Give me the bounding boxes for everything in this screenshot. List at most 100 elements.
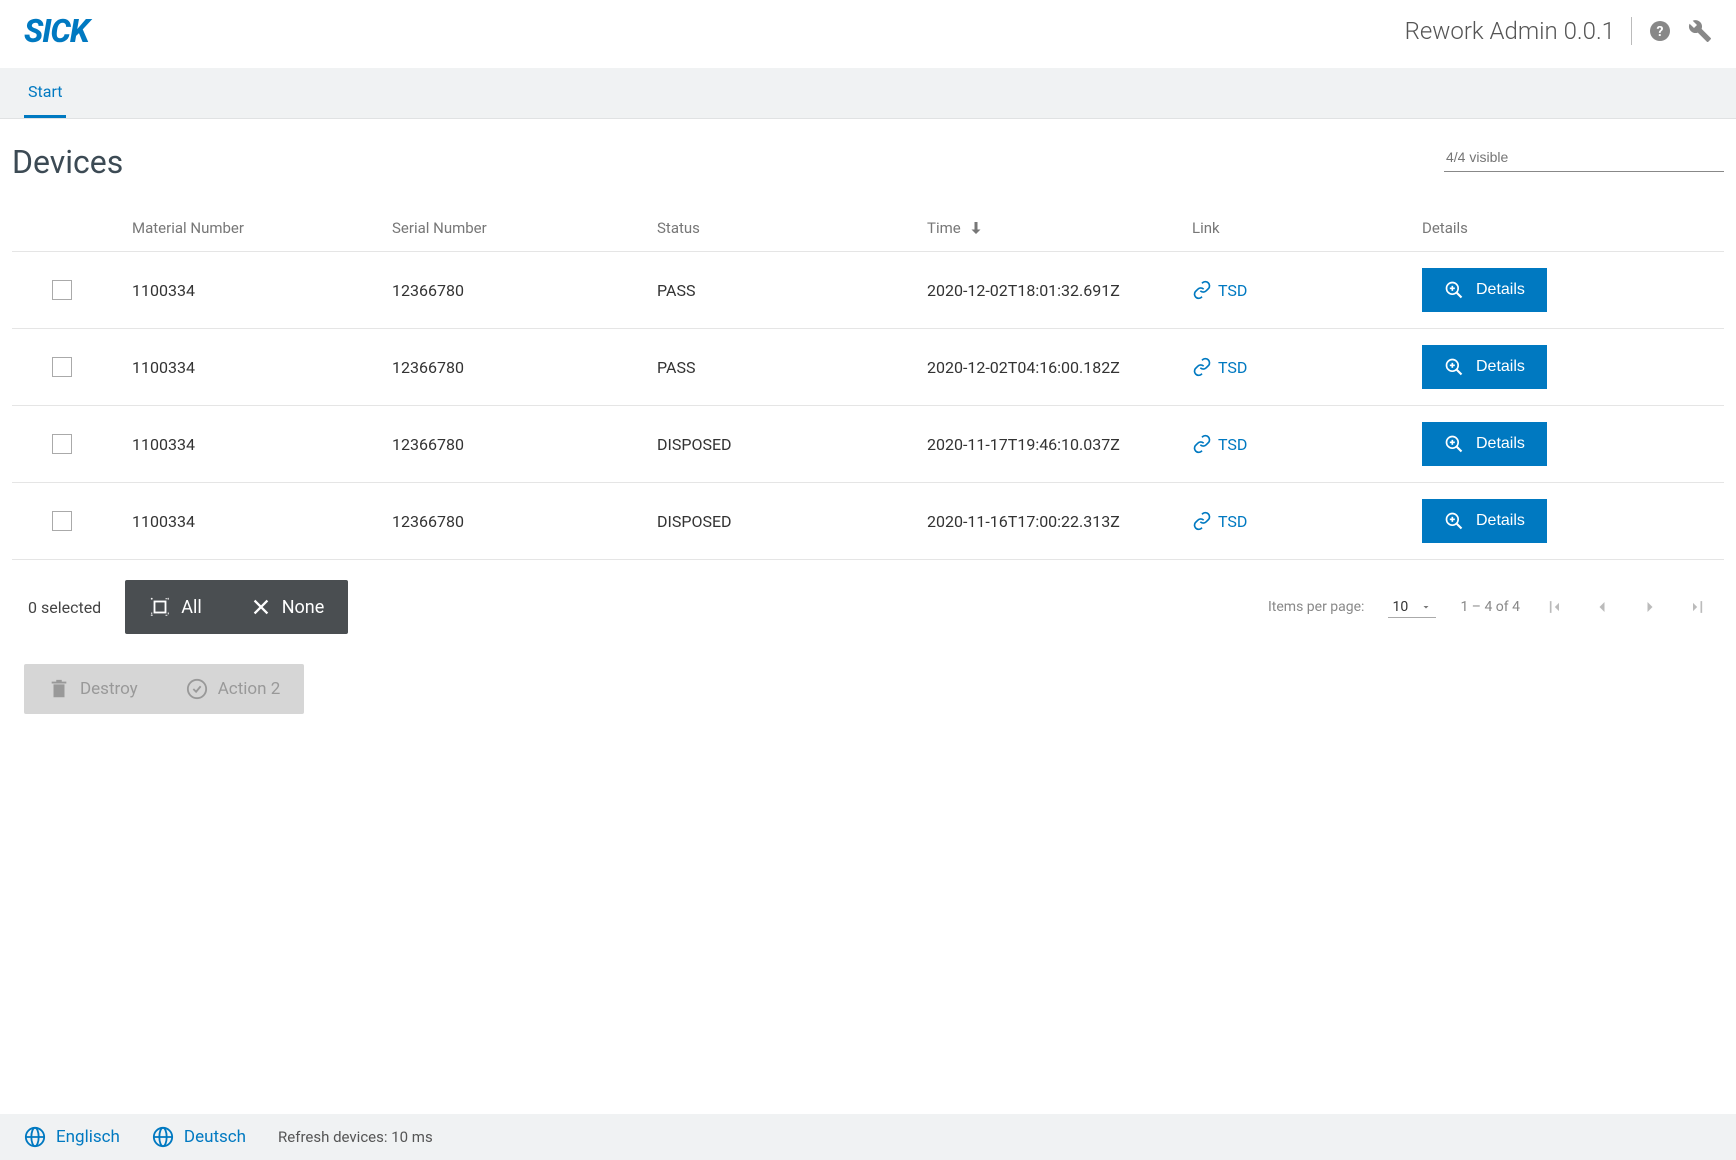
row-checkbox[interactable]: [52, 434, 72, 454]
lang-english-button[interactable]: Englisch: [24, 1126, 120, 1148]
link-label: TSD: [1218, 281, 1247, 300]
cell-serial: 12366780: [392, 281, 657, 300]
cell-time: 2020-11-17T19:46:10.037Z: [927, 435, 1192, 454]
logo: SICK: [24, 12, 89, 50]
destroy-button[interactable]: Destroy: [24, 664, 162, 714]
zoom-in-icon: [1444, 434, 1464, 454]
page-title: Devices: [12, 143, 123, 181]
wrench-icon[interactable]: [1688, 19, 1712, 43]
details-button[interactable]: Details: [1422, 268, 1547, 312]
cell-serial: 12366780: [392, 512, 657, 531]
cell-link[interactable]: TSD: [1192, 280, 1422, 300]
items-per-page-value: 10: [1392, 599, 1408, 615]
trash-icon: [48, 678, 70, 700]
zoom-in-icon: [1444, 511, 1464, 531]
th-details: Details: [1422, 219, 1724, 237]
details-button[interactable]: Details: [1422, 345, 1547, 389]
globe-icon: [24, 1126, 46, 1148]
prev-page-icon[interactable]: [1592, 597, 1612, 617]
table-row: 1100334 12366780 PASS 2020-12-02T04:16:0…: [12, 329, 1724, 406]
header-divider: [1631, 17, 1632, 45]
th-time[interactable]: Time: [927, 219, 1192, 237]
filter-input[interactable]: [1444, 143, 1724, 172]
link-label: TSD: [1218, 435, 1247, 454]
cell-time: 2020-12-02T18:01:32.691Z: [927, 281, 1192, 300]
first-page-icon[interactable]: [1544, 597, 1564, 617]
cell-material: 1100334: [132, 281, 392, 300]
destroy-label: Destroy: [80, 679, 138, 699]
table-body: 1100334 12366780 PASS 2020-12-02T18:01:3…: [12, 252, 1724, 560]
link-icon: [1192, 280, 1212, 300]
zoom-in-icon: [1444, 357, 1464, 377]
chevron-down-icon: [1420, 601, 1432, 613]
details-label: Details: [1476, 281, 1525, 299]
footer: Englisch Deutsch Refresh devices: 10 ms: [0, 1114, 1736, 1160]
th-time-label: Time: [927, 219, 961, 237]
svg-text:?: ?: [1657, 24, 1664, 40]
table-row: 1100334 12366780 DISPOSED 2020-11-17T19:…: [12, 406, 1724, 483]
refresh-status: Refresh devices: 10 ms: [278, 1128, 433, 1146]
cell-status: PASS: [657, 281, 927, 300]
details-label: Details: [1476, 512, 1525, 530]
details-button[interactable]: Details: [1422, 499, 1547, 543]
selected-count: 0 selected: [28, 598, 101, 617]
app-header: SICK Rework Admin 0.0.1 ?: [0, 0, 1736, 68]
lang-german-button[interactable]: Deutsch: [152, 1126, 246, 1148]
check-circle-icon: [186, 678, 208, 700]
cell-material: 1100334: [132, 435, 392, 454]
cell-time: 2020-11-16T17:00:22.313Z: [927, 512, 1192, 531]
tab-start[interactable]: Start: [24, 68, 66, 118]
sort-desc-icon: [967, 219, 985, 237]
cell-link[interactable]: TSD: [1192, 357, 1422, 377]
cell-material: 1100334: [132, 512, 392, 531]
tab-bar: Start: [0, 68, 1736, 119]
cell-status: PASS: [657, 358, 927, 377]
link-icon: [1192, 357, 1212, 377]
help-icon[interactable]: ?: [1648, 19, 1672, 43]
table-row: 1100334 12366780 PASS 2020-12-02T18:01:3…: [12, 252, 1724, 329]
row-checkbox[interactable]: [52, 280, 72, 300]
cell-time: 2020-12-02T04:16:00.182Z: [927, 358, 1192, 377]
bulk-actions: Destroy Action 2: [24, 664, 304, 714]
next-page-icon[interactable]: [1640, 597, 1660, 617]
th-link[interactable]: Link: [1192, 219, 1422, 237]
action2-button[interactable]: Action 2: [162, 664, 305, 714]
th-serial[interactable]: Serial Number: [392, 219, 657, 237]
select-none-button[interactable]: None: [226, 580, 349, 634]
cell-link[interactable]: TSD: [1192, 511, 1422, 531]
page-nav: [1544, 597, 1708, 617]
link-label: TSD: [1218, 512, 1247, 531]
table-row: 1100334 12366780 DISPOSED 2020-11-16T17:…: [12, 483, 1724, 560]
cell-serial: 12366780: [392, 358, 657, 377]
th-material[interactable]: Material Number: [132, 219, 392, 237]
cell-status: DISPOSED: [657, 512, 927, 531]
below-table: 0 selected All None Items per page: 10 1…: [12, 560, 1724, 644]
selection-controls: 0 selected All None: [28, 580, 348, 634]
pagination: Items per page: 10 1 – 4 of 4: [1268, 597, 1708, 618]
row-checkbox[interactable]: [52, 357, 72, 377]
link-label: TSD: [1218, 358, 1247, 377]
select-all-icon: [149, 596, 171, 618]
link-icon: [1192, 434, 1212, 454]
globe-icon: [152, 1126, 174, 1148]
header-right: Rework Admin 0.0.1 ?: [1405, 17, 1712, 45]
lang-english-label: Englisch: [56, 1127, 120, 1147]
app-title: Rework Admin 0.0.1: [1405, 17, 1615, 45]
cell-serial: 12366780: [392, 435, 657, 454]
close-icon: [250, 596, 272, 618]
cell-link[interactable]: TSD: [1192, 434, 1422, 454]
items-per-page-label: Items per page:: [1268, 599, 1364, 615]
row-checkbox[interactable]: [52, 511, 72, 531]
details-label: Details: [1476, 435, 1525, 453]
table-header: Material Number Serial Number Status Tim…: [12, 205, 1724, 252]
details-button[interactable]: Details: [1422, 422, 1547, 466]
items-per-page-select[interactable]: 10: [1388, 597, 1436, 618]
selection-buttons: All None: [125, 580, 348, 634]
select-all-button[interactable]: All: [125, 580, 226, 634]
cell-status: DISPOSED: [657, 435, 927, 454]
page-range: 1 – 4 of 4: [1460, 599, 1520, 615]
th-status[interactable]: Status: [657, 219, 927, 237]
lang-german-label: Deutsch: [184, 1127, 246, 1147]
page-body: Devices Material Number Serial Number St…: [0, 119, 1736, 734]
last-page-icon[interactable]: [1688, 597, 1708, 617]
